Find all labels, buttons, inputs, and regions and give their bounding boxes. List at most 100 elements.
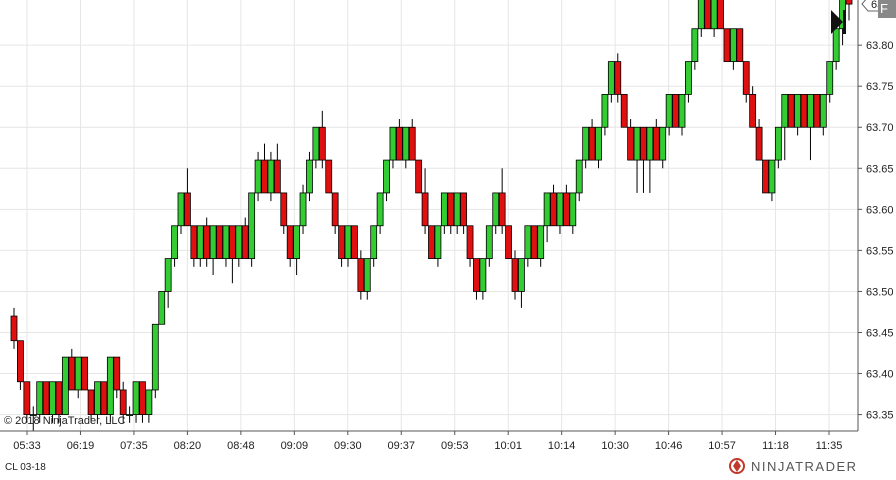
chart-tab-button[interactable]: F bbox=[878, 0, 896, 18]
candle[interactable] bbox=[620, 94, 628, 128]
candle-body-up bbox=[164, 258, 172, 292]
candle-body-up bbox=[710, 0, 718, 30]
candle-body-up bbox=[543, 192, 551, 227]
candle-body-up bbox=[819, 94, 827, 128]
candle[interactable] bbox=[100, 381, 108, 415]
candle-body-up bbox=[196, 225, 204, 259]
candle-body-down bbox=[23, 381, 31, 415]
candle-body-down bbox=[640, 126, 647, 161]
candle-body-down bbox=[10, 315, 18, 342]
candle[interactable] bbox=[704, 0, 712, 30]
candle[interactable] bbox=[106, 356, 114, 423]
candle[interactable] bbox=[800, 94, 808, 128]
candle-body-up bbox=[383, 159, 390, 194]
y-tick-label: 63.70 bbox=[866, 122, 894, 134]
candle-body-up bbox=[595, 126, 602, 161]
candle-body-up bbox=[254, 159, 262, 194]
candle-body-down bbox=[428, 225, 435, 259]
x-tick-label: 09:37 bbox=[388, 440, 416, 452]
chart-canvas[interactable]: 63.35 63.40 63.45 63.50 63.55 63.60 63.65 63.70… bbox=[0, 0, 896, 475]
candle-body-up bbox=[61, 356, 69, 415]
candle-body-down bbox=[505, 225, 512, 259]
candle[interactable] bbox=[723, 28, 731, 62]
candle-body-down bbox=[511, 258, 519, 292]
candle-body-up bbox=[646, 126, 654, 161]
y-tick-label: 63.45 bbox=[866, 327, 894, 339]
y-tick-label: 63.55 bbox=[866, 245, 894, 257]
candle-body-up bbox=[453, 192, 461, 227]
candle-body-up bbox=[177, 192, 185, 227]
candle-body-up bbox=[106, 356, 114, 415]
candle-body-down bbox=[203, 225, 211, 259]
candle-body-up bbox=[794, 94, 802, 128]
x-tick-label: 09:09 bbox=[281, 440, 309, 452]
candle-body-up bbox=[601, 94, 609, 128]
candle-body-up bbox=[807, 94, 814, 128]
x-tick-label: 09:30 bbox=[334, 440, 362, 452]
candle-body-down bbox=[498, 192, 506, 227]
candle-body-up bbox=[537, 225, 545, 259]
candle[interactable] bbox=[325, 159, 333, 194]
candle-body-up bbox=[370, 225, 378, 259]
candle-body-up bbox=[158, 291, 166, 325]
candle[interactable] bbox=[787, 94, 795, 128]
candle-body-up bbox=[665, 94, 673, 128]
candle-body-up bbox=[402, 126, 410, 161]
x-tick-label: 10:57 bbox=[708, 440, 736, 452]
candle-body-up bbox=[479, 258, 487, 292]
candle-body-up bbox=[151, 323, 159, 391]
candle-body-down bbox=[139, 381, 146, 415]
x-tick-label: 08:48 bbox=[227, 440, 255, 452]
candle-body-down bbox=[845, 0, 853, 5]
candle-body-up bbox=[145, 389, 153, 415]
candle-body-down bbox=[216, 225, 223, 259]
copyright-text: © 2018 NinjaTrader, LLC bbox=[4, 415, 125, 427]
candle-body-down bbox=[672, 94, 679, 128]
candle-body-down bbox=[550, 192, 557, 227]
candle-body-down bbox=[228, 225, 236, 259]
candle-body-up bbox=[832, 28, 840, 62]
candlestick-chart[interactable]: 63.35 63.40 63.45 63.50 63.55 63.60 63.65 63.70… bbox=[0, 0, 896, 475]
x-tick-label: 11:35 bbox=[816, 440, 843, 452]
candle-body-up bbox=[678, 94, 686, 128]
candle-body-down bbox=[755, 126, 763, 161]
candle[interactable] bbox=[158, 291, 166, 325]
candle-body-up bbox=[518, 258, 525, 292]
candle[interactable] bbox=[415, 159, 423, 194]
candle-body-up bbox=[222, 225, 230, 259]
candle[interactable] bbox=[81, 356, 89, 391]
candle-body-up bbox=[485, 225, 493, 259]
candle[interactable] bbox=[505, 225, 512, 259]
candle-body-up bbox=[132, 381, 140, 415]
candle-body-up bbox=[363, 258, 371, 292]
candle-body-up bbox=[659, 126, 667, 161]
candle-body-up bbox=[524, 225, 532, 259]
candle[interactable] bbox=[762, 159, 769, 194]
x-tick-label: 10:14 bbox=[548, 440, 576, 452]
candle-body-up bbox=[434, 225, 442, 259]
candle-body-up bbox=[556, 192, 564, 227]
x-tick-label: 07:35 bbox=[120, 440, 148, 452]
candle[interactable] bbox=[672, 94, 679, 128]
candle[interactable] bbox=[428, 225, 435, 259]
x-tick-label: 08:20 bbox=[174, 440, 202, 452]
candle-body-down bbox=[68, 356, 76, 391]
candle-body-up bbox=[633, 126, 641, 161]
candle-body-down bbox=[273, 159, 281, 194]
y-tick-label: 63.40 bbox=[866, 369, 894, 381]
candle[interactable] bbox=[530, 225, 538, 259]
candle[interactable] bbox=[248, 192, 256, 267]
candle[interactable] bbox=[736, 28, 744, 62]
candle[interactable] bbox=[216, 225, 223, 259]
x-tick-label: 10:01 bbox=[494, 440, 522, 452]
candle[interactable] bbox=[42, 381, 50, 415]
candle-body-up bbox=[729, 28, 737, 62]
candle[interactable] bbox=[813, 94, 821, 128]
candle-body-down bbox=[742, 61, 750, 95]
x-tick-label: 06:19 bbox=[67, 440, 95, 452]
candle[interactable] bbox=[61, 356, 69, 415]
candle[interactable] bbox=[151, 323, 159, 399]
candle[interactable] bbox=[717, 0, 724, 30]
y-tick-label: 63.80 bbox=[866, 40, 894, 52]
candle[interactable] bbox=[351, 225, 358, 259]
